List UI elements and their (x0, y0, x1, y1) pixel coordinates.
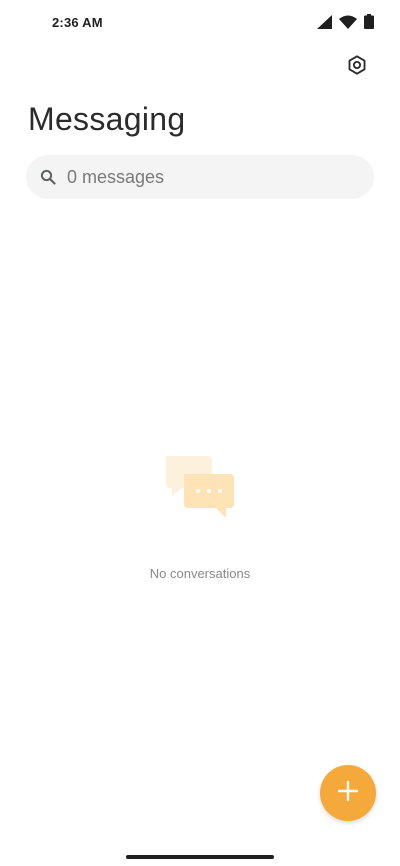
status-bar: 2:36 AM (0, 0, 400, 44)
battery-icon (364, 14, 374, 29)
settings-button[interactable] (340, 50, 374, 84)
new-conversation-button[interactable] (320, 765, 376, 821)
cellular-signal-icon (317, 14, 332, 29)
home-indicator[interactable] (126, 855, 274, 859)
empty-state-message: No conversations (149, 566, 251, 581)
page-title: Messaging (28, 101, 186, 137)
search-icon (39, 168, 57, 186)
status-icons (317, 14, 374, 29)
plus-icon (337, 780, 359, 807)
search-bar[interactable] (26, 155, 374, 199)
search-input[interactable] (67, 166, 327, 188)
gear-icon (346, 54, 368, 81)
status-time: 2:36 AM (52, 15, 103, 30)
chat-bubbles-icon (0, 450, 400, 524)
empty-state: No conversations (0, 450, 400, 581)
wifi-icon (339, 15, 357, 29)
